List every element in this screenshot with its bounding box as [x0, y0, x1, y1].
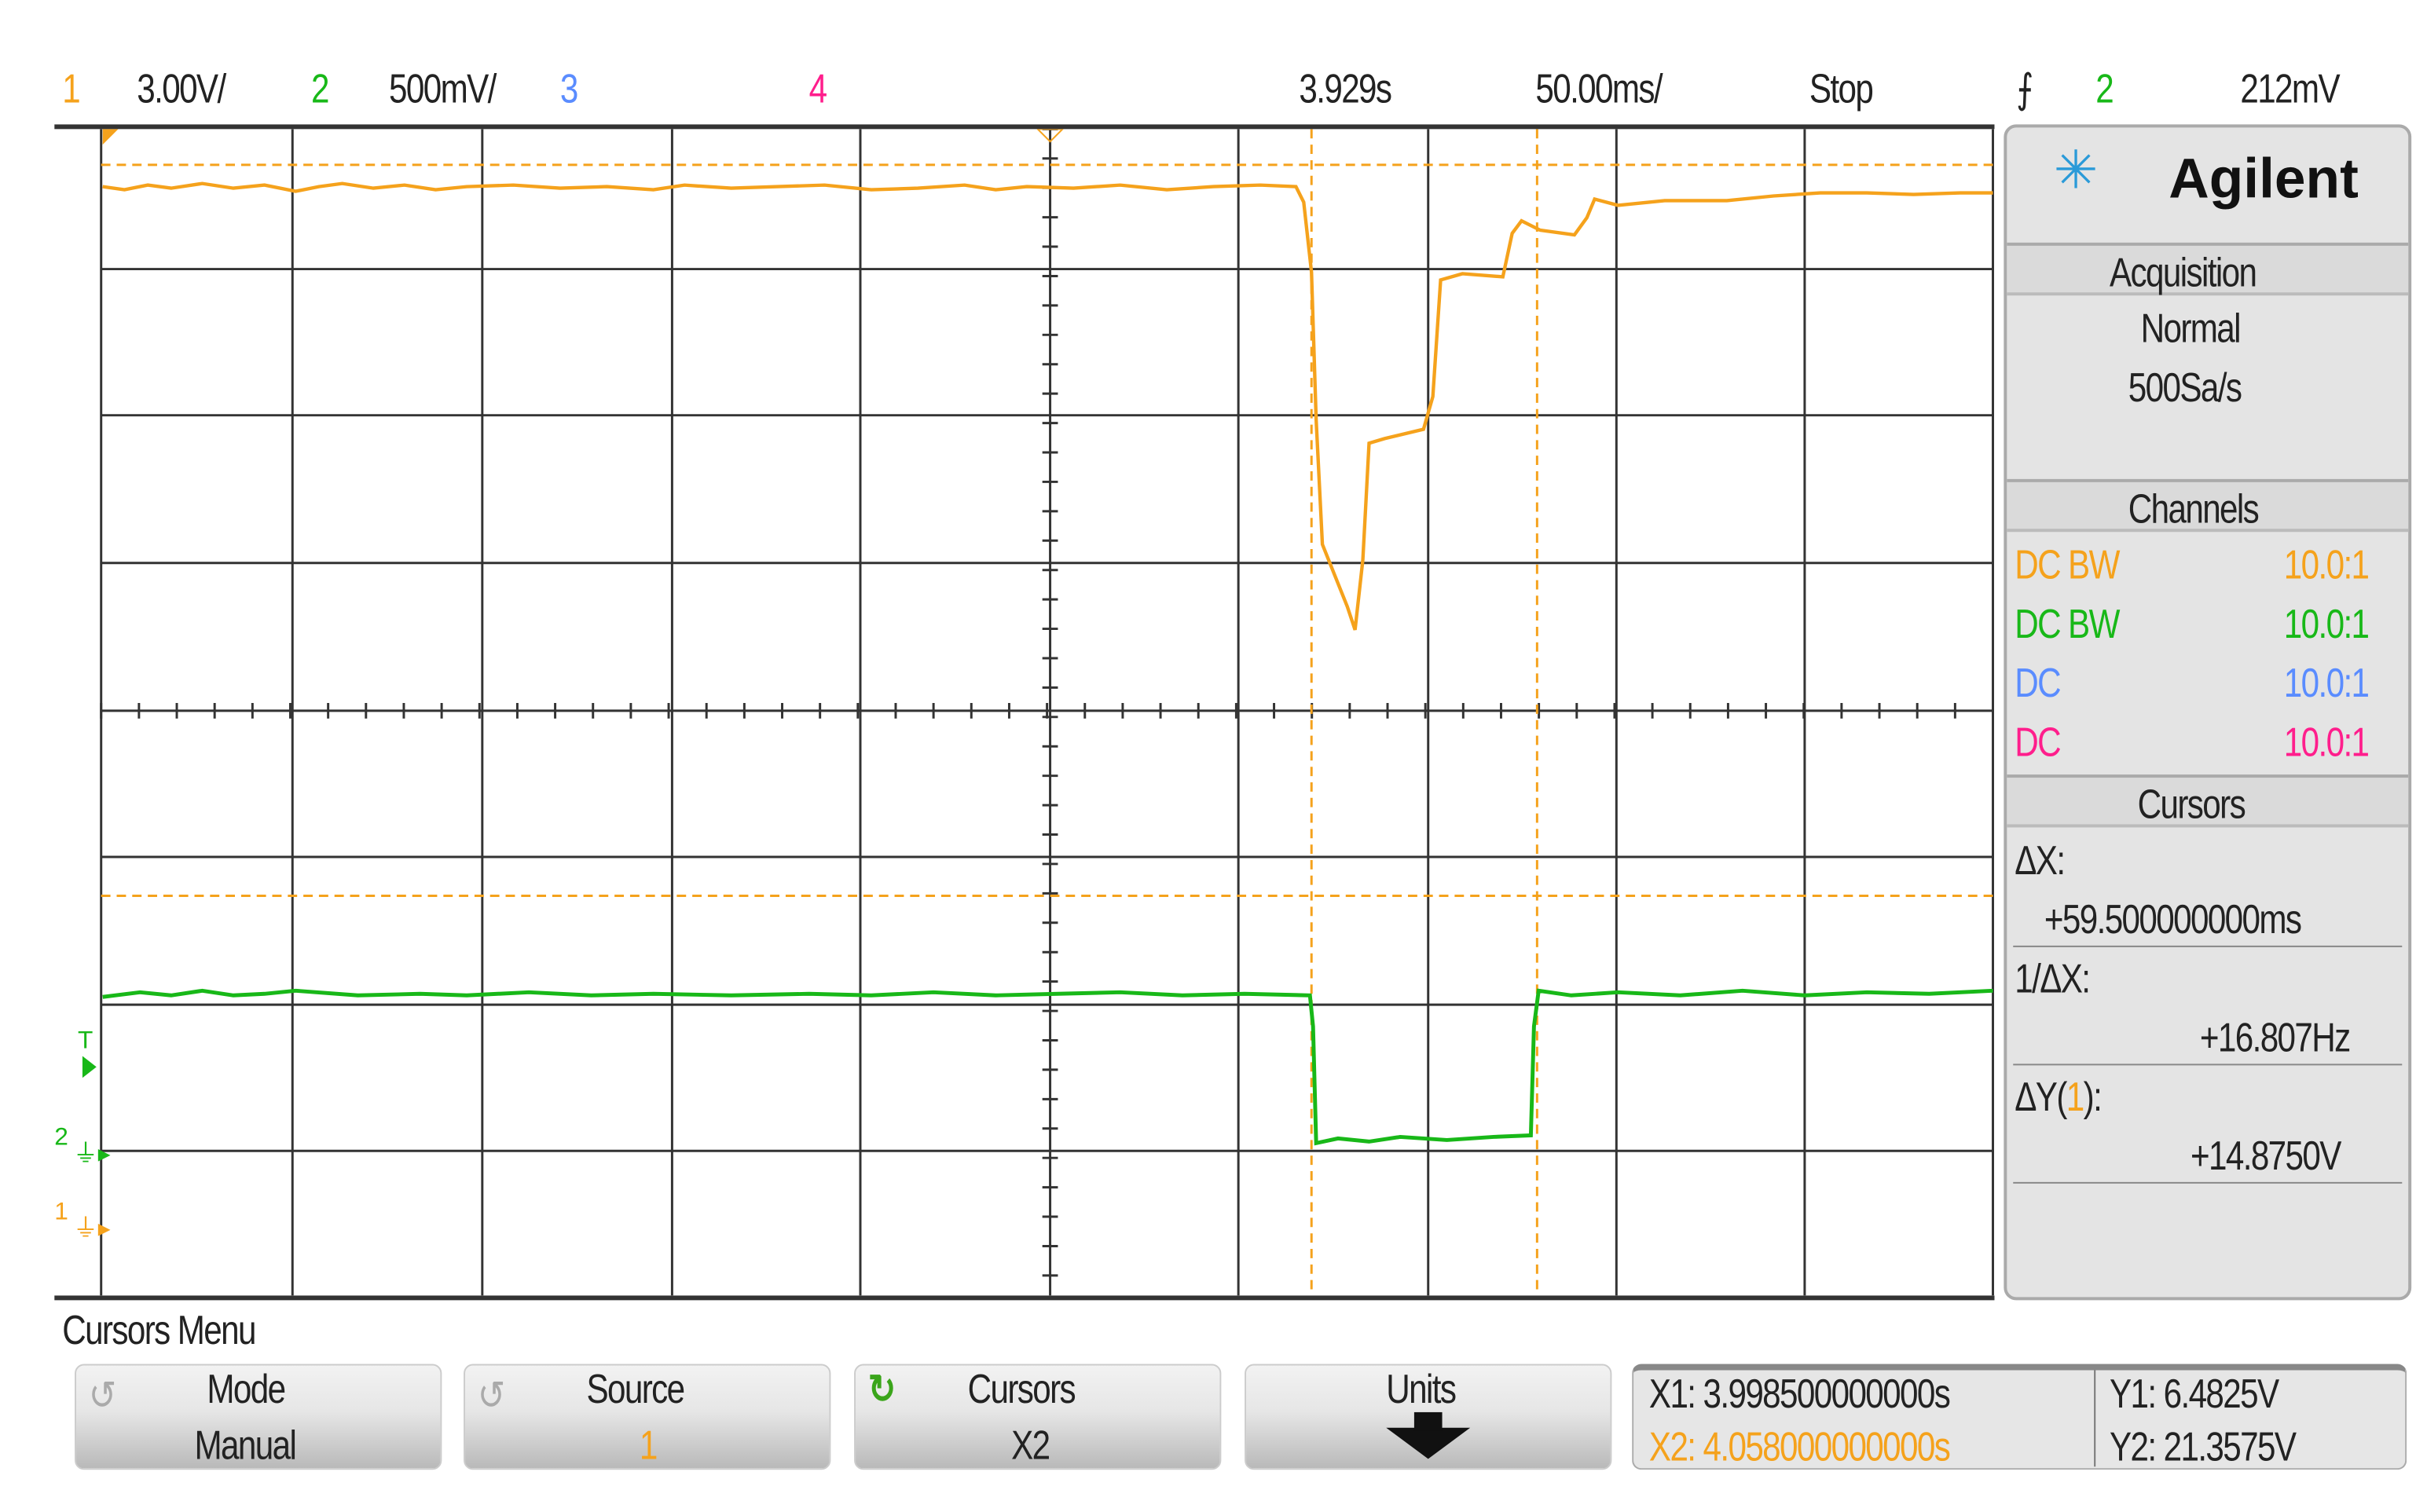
ch1-left-marker [102, 129, 119, 145]
trigger-source[interactable]: 2 [2095, 65, 2114, 113]
ch4-indicator[interactable]: 4 [809, 65, 828, 113]
ch2-ground-marker[interactable]: 2 [54, 1125, 68, 1153]
source-button[interactable]: ↺ Source 1 [464, 1364, 831, 1470]
rotate-knob-active-icon: ↻ [867, 1365, 896, 1412]
ch2-waveform [102, 988, 1993, 1146]
channels-header[interactable]: Channels [2007, 478, 2409, 533]
sample-rate: 500Sa/s [2128, 364, 2242, 411]
ground-icon: ⏚▸ [73, 1216, 111, 1243]
oscilloscope-display: 1 3.00V/ 2 500mV/ 3 4 3.929s 50.00ms/ St… [0, 0, 2427, 1512]
waveform-area[interactable]: T 2 ⏚▸ 1 ⏚▸ [54, 124, 1995, 1301]
ch1-probe: 10.0:1 [2283, 541, 2370, 588]
inverse-delta-x-value: +16.807Hz [2199, 1014, 2351, 1061]
axis-ticks [100, 129, 1956, 1277]
graticule [100, 129, 1994, 1296]
rotate-knob-icon: ↺ [88, 1371, 116, 1419]
y2-readout: Y2: 21.3575V [2110, 1422, 2297, 1470]
trigger-edge-icon: ⨍ [2016, 65, 2033, 112]
ch4-coupling: DC [2015, 718, 2061, 766]
ch4-probe: 10.0:1 [2283, 718, 2370, 766]
cursors-header[interactable]: Cursors [2007, 774, 2409, 828]
ground-icon: ⏚▸ [73, 1141, 111, 1169]
time-scale[interactable]: 50.00ms/ [1535, 65, 1663, 113]
acquisition-header[interactable]: Acquisition [2007, 242, 2409, 296]
trigger-level[interactable]: 212mV [2240, 65, 2340, 113]
ch1-coupling: DC BW [2015, 541, 2120, 588]
delta-x-value: +59.500000000ms [2044, 895, 2302, 943]
x2-readout: X2: 4.058000000000s [1648, 1422, 1951, 1470]
trigger-arrow-icon [82, 1056, 97, 1078]
submenu-arrow-icon [1386, 1427, 1471, 1459]
y1-readout: Y1: 6.4825V [2110, 1370, 2279, 1417]
trigger-level-marker[interactable]: T [78, 1028, 93, 1056]
delta-y-label: ΔY(1): [2015, 1073, 2103, 1120]
delta-y-value: +14.8750V [2190, 1132, 2341, 1179]
menu-title: Cursors Menu [62, 1306, 256, 1353]
cursors-button[interactable]: ↻ Cursors X2 [854, 1364, 1222, 1470]
ch3-probe: 10.0:1 [2283, 659, 2370, 706]
ch2-probe: 10.0:1 [2283, 600, 2370, 647]
units-button[interactable]: Units [1245, 1364, 1612, 1470]
time-position[interactable]: 3.929s [1299, 65, 1392, 113]
ch3-indicator[interactable]: 3 [560, 65, 579, 113]
cursor-readout: X1: 3.998500000000s X2: 4.058000000000s … [1632, 1364, 2407, 1470]
inverse-delta-x-label: 1/ΔX: [2015, 954, 2091, 1002]
ch1-ground-marker[interactable]: 1 [54, 1199, 68, 1228]
ch2-scale[interactable]: 500mV/ [389, 65, 497, 113]
rotate-knob-icon: ↺ [477, 1371, 505, 1419]
ch3-coupling: DC [2015, 659, 2061, 706]
acquisition-mode: Normal [2140, 305, 2242, 352]
x1-readout: X1: 3.998500000000s [1648, 1370, 1951, 1417]
delta-x-label: ΔX: [2015, 837, 2066, 884]
agilent-logo-icon: ✳ [2053, 141, 2099, 201]
ch1-indicator[interactable]: 1 [62, 65, 81, 113]
ch1-scale[interactable]: 3.00V/ [137, 65, 226, 113]
ch2-coupling: DC BW [2015, 600, 2120, 647]
info-panel: ✳ Agilent Acquisition Normal 500Sa/s Cha… [2004, 124, 2412, 1301]
run-state[interactable]: Stop [1809, 65, 1874, 113]
mode-button[interactable]: ↺ Mode Manual [75, 1364, 442, 1470]
brand-name: Agilent [2169, 146, 2359, 211]
ch2-indicator[interactable]: 2 [311, 65, 330, 113]
